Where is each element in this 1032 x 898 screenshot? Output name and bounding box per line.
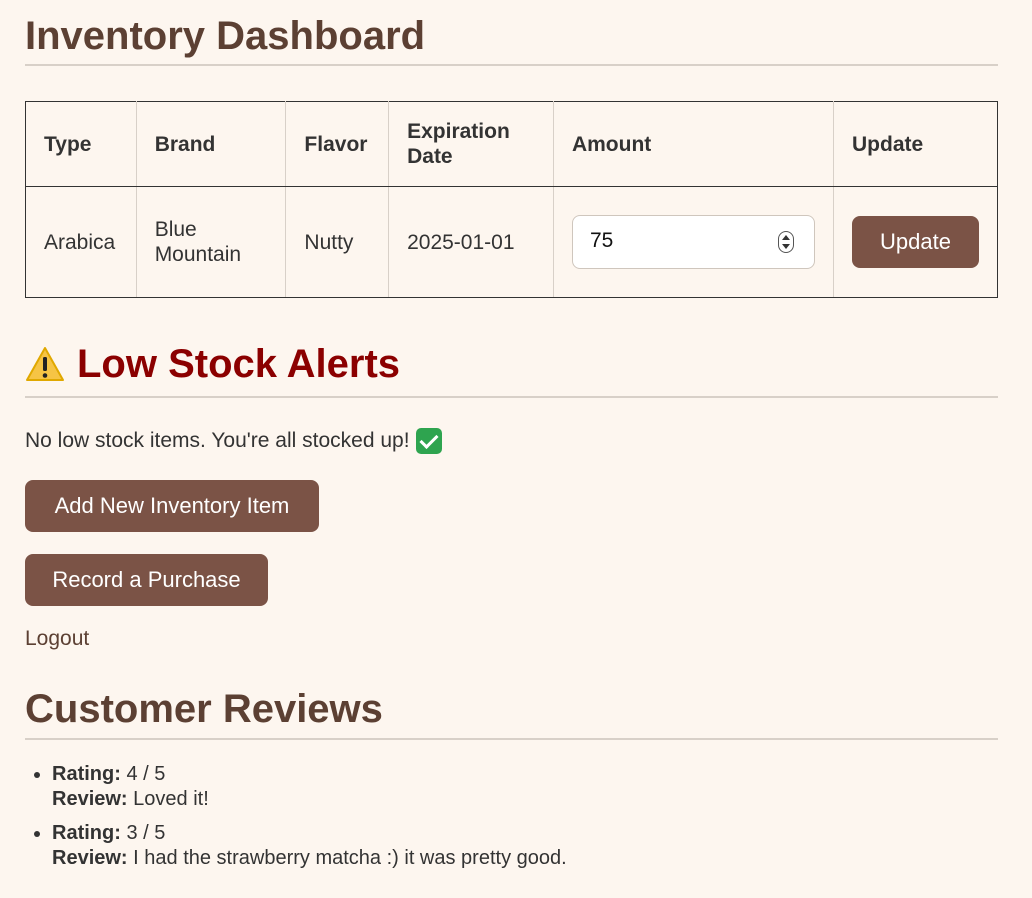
amount-field[interactable] bbox=[571, 215, 815, 269]
header-brand: Brand bbox=[135, 101, 287, 187]
review-text: I had the strawberry matcha :) it was pr… bbox=[133, 847, 567, 869]
reviews-divider bbox=[25, 738, 998, 740]
cell-expiration: 2025-01-01 bbox=[388, 186, 554, 298]
list-item: Rating: 3 / 5 Review: I had the strawber… bbox=[52, 821, 567, 871]
no-low-stock-text: No low stock items. You're all stocked u… bbox=[25, 429, 410, 452]
header-amount: Amount bbox=[552, 101, 835, 187]
review-label: Review: bbox=[52, 788, 128, 810]
record-purchase-button[interactable]: Record a Purchase bbox=[25, 554, 268, 606]
reviews-list: Rating: 4 / 5 Review: Loved it! Rating: … bbox=[25, 762, 567, 880]
low-stock-heading: Low Stock Alerts bbox=[25, 340, 400, 388]
table-row: Arabica Blue Mountain Nutty 2025-01-01 U… bbox=[25, 186, 998, 298]
title-divider bbox=[25, 64, 998, 66]
list-item: Rating: 4 / 5 Review: Loved it! bbox=[52, 762, 567, 812]
review-label: Review: bbox=[52, 847, 128, 869]
check-icon bbox=[415, 428, 442, 454]
cell-type: Arabica bbox=[25, 186, 137, 298]
header-type: Type bbox=[25, 101, 137, 187]
amount-input[interactable] bbox=[589, 229, 770, 253]
add-inventory-item-button[interactable]: Add New Inventory Item bbox=[25, 480, 319, 532]
page-title: Inventory Dashboard bbox=[25, 14, 426, 58]
rating-label: Rating: bbox=[52, 763, 121, 785]
rating-value: 3 / 5 bbox=[126, 822, 166, 844]
customer-reviews-heading: Customer Reviews bbox=[25, 687, 383, 731]
cell-amount bbox=[552, 186, 835, 298]
table-header-row: Type Brand Flavor Expiration Date Amount… bbox=[25, 101, 998, 187]
amount-stepper[interactable] bbox=[777, 231, 794, 253]
no-low-stock-message: No low stock items. You're all stocked u… bbox=[25, 428, 442, 454]
cell-update: Update bbox=[833, 186, 998, 298]
update-button[interactable]: Update bbox=[852, 216, 979, 268]
header-flavor: Flavor bbox=[285, 101, 390, 187]
inventory-table: Type Brand Flavor Expiration Date Amount… bbox=[25, 101, 998, 298]
rating-label: Rating: bbox=[52, 822, 121, 844]
alerts-divider bbox=[25, 396, 998, 398]
header-update: Update bbox=[833, 101, 998, 187]
review-text: Loved it! bbox=[133, 788, 209, 810]
cell-flavor: Nutty bbox=[285, 186, 390, 298]
header-expiration-date: Expiration Date bbox=[388, 101, 554, 187]
inventory-page: Inventory Dashboard Type Brand Flavor Ex… bbox=[0, 0, 1032, 898]
stepper-down-icon[interactable] bbox=[781, 244, 790, 249]
stepper-up-icon[interactable] bbox=[781, 235, 790, 240]
warning-icon bbox=[25, 346, 65, 382]
low-stock-heading-text: Low Stock Alerts bbox=[77, 342, 401, 386]
rating-value: 4 / 5 bbox=[126, 763, 166, 785]
cell-brand: Blue Mountain bbox=[135, 186, 287, 298]
logout-link[interactable]: Logout bbox=[25, 627, 89, 651]
